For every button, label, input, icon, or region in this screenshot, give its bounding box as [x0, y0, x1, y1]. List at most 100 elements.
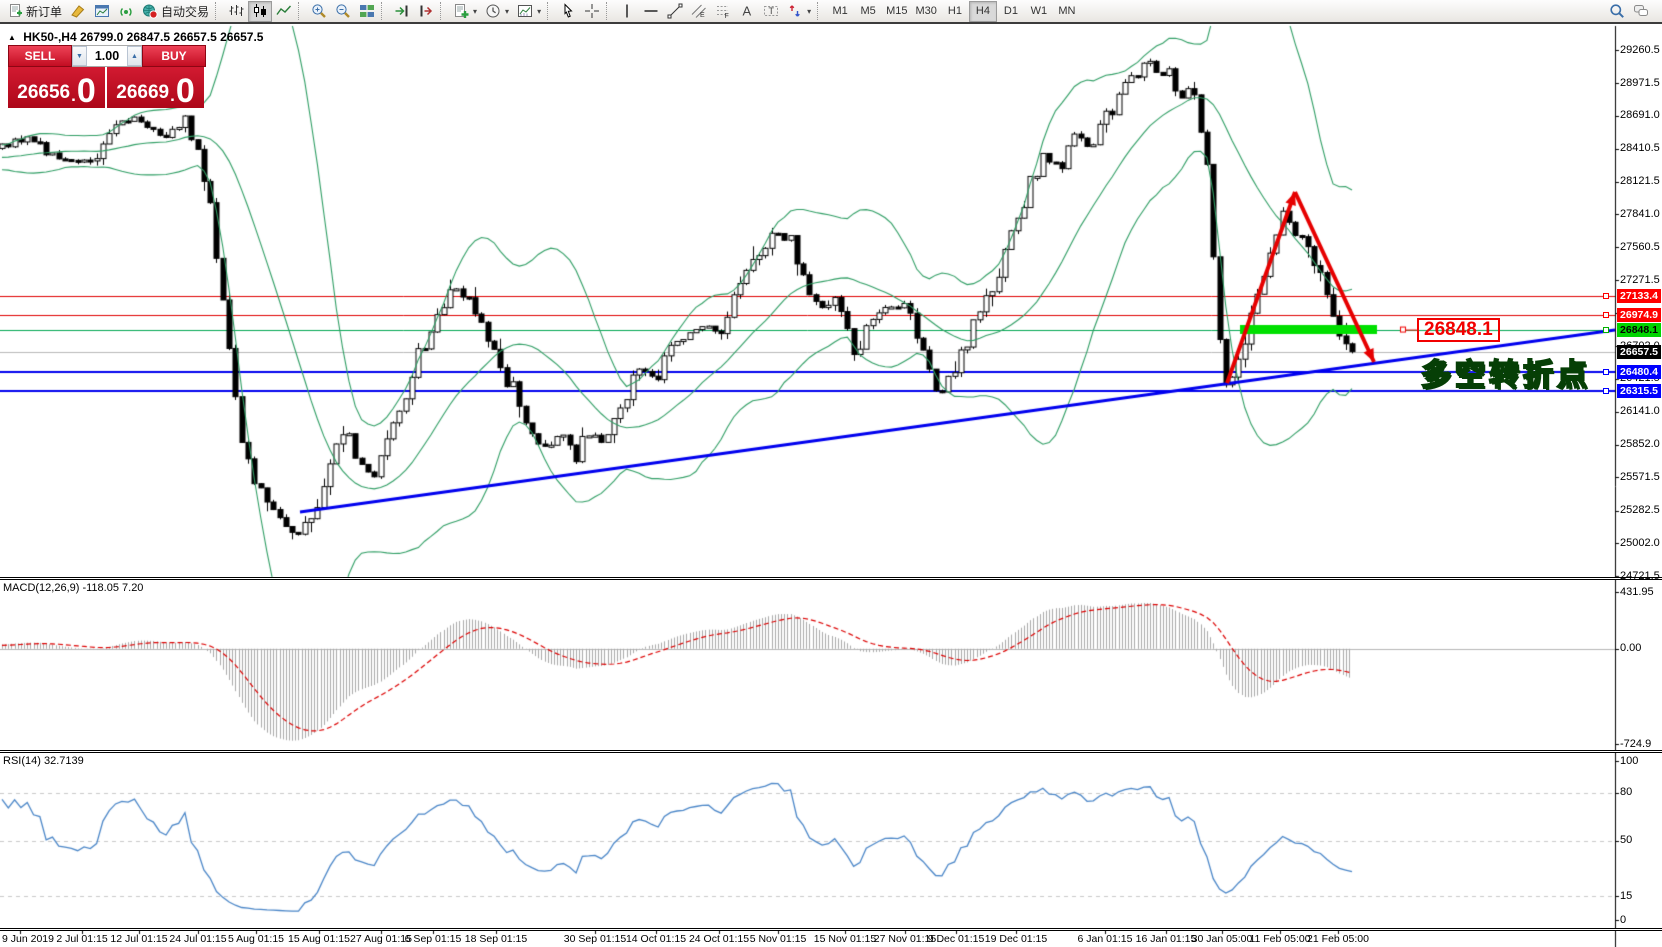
mt4-window: 新订单自动交易▾▾▾EFAT▾M1M5M15M30H1H4D1W1MN ▲ HK… [0, 0, 1662, 947]
time-label: 5 Nov 01:15 [750, 933, 807, 945]
price-tick-label: 26141.0 [1620, 405, 1660, 417]
sell-price[interactable]: 26656.0 [8, 67, 105, 108]
marker-tool-button[interactable] [66, 1, 90, 22]
crosshair-button[interactable] [580, 1, 604, 22]
collapse-panel-icon[interactable]: ▲ [8, 33, 16, 42]
rsi-scale-label: 15 [1620, 890, 1632, 902]
chat-button[interactable] [1629, 1, 1653, 22]
toolbar: 新订单自动交易▾▾▾EFAT▾M1M5M15M30H1H4D1W1MN [0, 0, 1662, 24]
trendline-button[interactable] [663, 1, 687, 22]
search-icon [1609, 3, 1625, 19]
buy-button[interactable]: BUY [142, 45, 206, 67]
chart-bars-icon [228, 3, 244, 19]
toolbar-separator [817, 2, 822, 20]
time-label: 19 Dec 01:15 [985, 933, 1047, 945]
one-click-trading-panel: SELL ▼ ▲ BUY 26656.0 26669.0 [8, 45, 206, 108]
timeframe-w1-button-label: W1 [1031, 5, 1048, 17]
chart-title: ▲ HK50-,H4 26799.0 26847.5 26657.5 26657… [8, 30, 263, 44]
toolbar-separator [440, 2, 445, 20]
panel-separator[interactable] [0, 750, 1662, 753]
price-tick-label: 24721.5 [1620, 570, 1660, 582]
rsi-scale-label: 80 [1620, 786, 1632, 798]
profiles-button[interactable] [90, 1, 114, 22]
zoom-out-button[interactable] [331, 1, 355, 22]
dropdown-arrow-icon: ▾ [505, 7, 509, 16]
panel-separator[interactable] [0, 577, 1662, 580]
text-label-button[interactable]: T [759, 1, 783, 22]
time-label: 24 Oct 01:15 [689, 933, 749, 945]
text-tool-button[interactable]: A [735, 1, 759, 22]
periods-button[interactable]: ▾ [481, 1, 513, 22]
timeframe-h4-button[interactable]: H4 [969, 1, 997, 22]
price-annotation-box[interactable]: 26848.1 [1417, 318, 1500, 342]
svg-text:F: F [725, 13, 729, 19]
horizontal-line-button[interactable] [639, 1, 663, 22]
timeframe-h1-button[interactable]: H1 [941, 1, 969, 22]
chart-candles-button[interactable] [248, 1, 272, 22]
timeframe-m30-button[interactable]: M30 [912, 1, 941, 22]
time-label: 6 Jan 01:15 [1078, 933, 1133, 945]
channel-button[interactable]: E [687, 1, 711, 22]
price-badge: 26974.9 [1617, 308, 1661, 322]
timeframe-mn-button-label: MN [1058, 5, 1075, 17]
new-order-button[interactable]: 新订单 [3, 1, 66, 22]
indicators-button[interactable]: ▾ [449, 1, 481, 22]
periods-icon [485, 3, 501, 19]
svg-text:E: E [700, 12, 705, 19]
zoom-in-button[interactable] [307, 1, 331, 22]
toolbar-separator [606, 2, 611, 20]
rsi-scale-label: 0 [1620, 914, 1626, 926]
hline-marker[interactable] [1603, 293, 1609, 299]
chart-bars-button[interactable] [224, 1, 248, 22]
hline-marker[interactable] [1603, 369, 1609, 375]
text-tool-icon: A [739, 3, 755, 19]
tile-windows-button[interactable] [355, 1, 379, 22]
timeframe-m5-button[interactable]: M5 [854, 1, 882, 22]
buy-price[interactable]: 26669.0 [107, 67, 204, 108]
auto-trading-button[interactable]: 自动交易 [138, 1, 213, 22]
price-tick-label: 28971.5 [1620, 77, 1660, 89]
auto-scroll-icon [394, 3, 410, 19]
chart-line-button[interactable] [272, 1, 296, 22]
time-label: 27 Aug 01:15 [350, 933, 412, 945]
chart-candles-icon [252, 3, 268, 19]
chat-icon [1633, 3, 1649, 19]
chart-shift-icon [418, 3, 434, 19]
timeframe-m15-button[interactable]: M15 [882, 1, 911, 22]
time-label: 24 Jul 01:15 [169, 933, 226, 945]
time-label: 15 Aug 01:15 [288, 933, 350, 945]
hline-marker[interactable] [1603, 312, 1609, 318]
search-button[interactable] [1605, 1, 1629, 22]
toolbar-separator [215, 2, 220, 20]
cursor-button[interactable] [556, 1, 580, 22]
panel-separator[interactable] [0, 928, 1662, 931]
time-label: 5 Aug 01:15 [228, 933, 284, 945]
hline-marker[interactable] [1603, 388, 1609, 394]
svg-text:A: A [743, 4, 752, 19]
vertical-line-button[interactable] [615, 1, 639, 22]
volume-decrease-button[interactable]: ▼ [72, 46, 87, 66]
templates-button[interactable]: ▾ [513, 1, 545, 22]
timeframe-w1-button[interactable]: W1 [1025, 1, 1053, 22]
macd-scale-label: 0.00 [1620, 642, 1641, 654]
timeframe-h1-button-label: H1 [948, 5, 962, 17]
timeframe-mn-button[interactable]: MN [1053, 1, 1081, 22]
hline-marker[interactable] [1603, 327, 1609, 333]
charts-profile-icon [94, 3, 110, 19]
arrows-button[interactable]: ▾ [783, 1, 815, 22]
chart-shift-button[interactable] [414, 1, 438, 22]
auto-scroll-button[interactable] [390, 1, 414, 22]
zoom-out-icon [335, 3, 351, 19]
signals-button[interactable] [114, 1, 138, 22]
volume-increase-button[interactable]: ▲ [127, 46, 142, 66]
toolbar-right-group [1605, 1, 1653, 22]
chart-canvas[interactable] [0, 0, 1662, 947]
toolbar-separator [547, 2, 552, 20]
sell-button[interactable]: SELL [8, 45, 72, 67]
timeframe-m1-button[interactable]: M1 [826, 1, 854, 22]
timeframe-d1-button[interactable]: D1 [997, 1, 1025, 22]
price-tick-label: 28691.0 [1620, 109, 1660, 121]
vertical-line-icon [619, 3, 635, 19]
volume-input[interactable] [87, 46, 127, 66]
fibonacci-button[interactable]: F [711, 1, 735, 22]
